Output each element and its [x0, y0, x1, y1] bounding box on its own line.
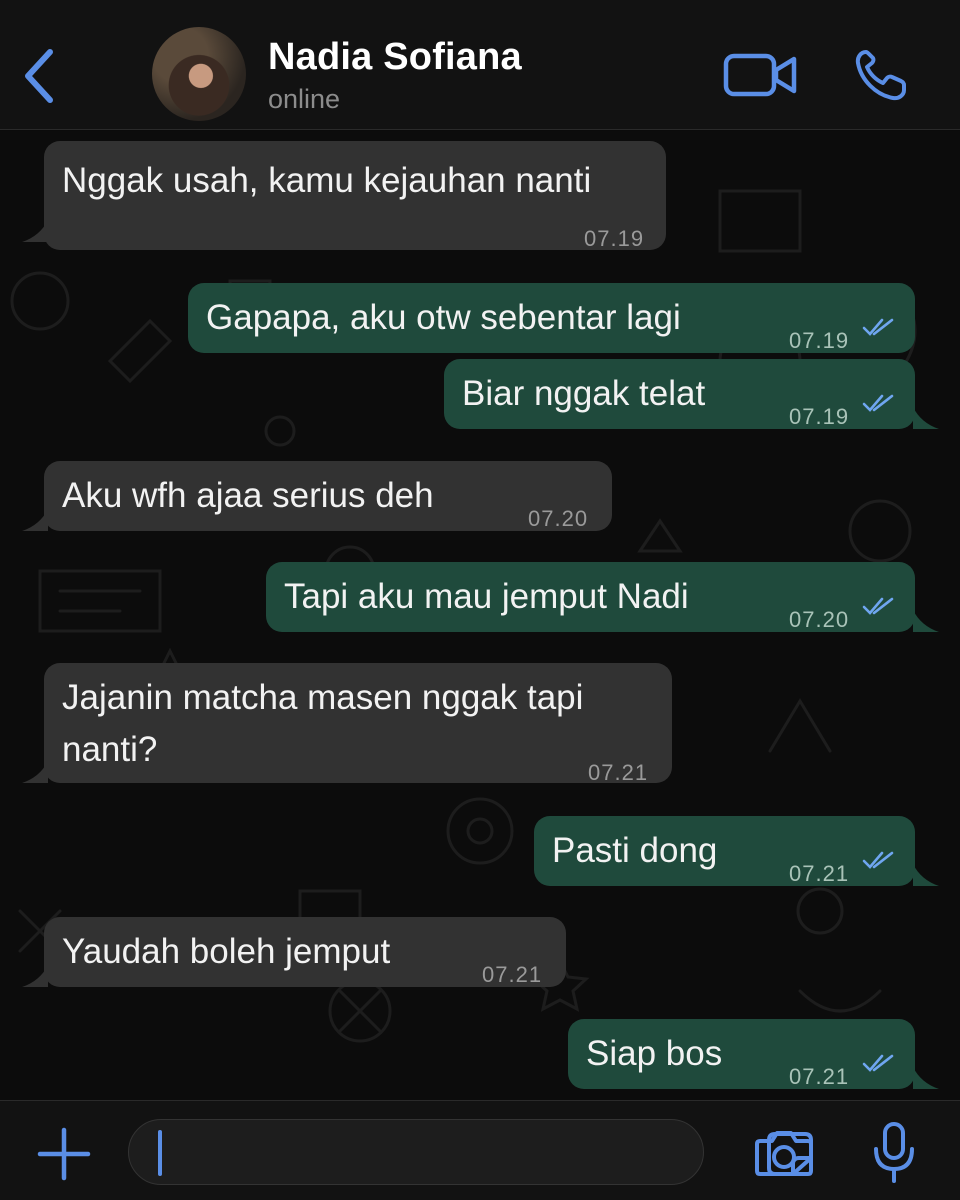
message-bubble-incoming[interactable]: Aku wfh ajaa serius deh 07.20 — [44, 461, 612, 531]
message-text: Jajanin matcha masen nggak tapi nanti? — [62, 678, 584, 769]
message-time: 07.20 — [789, 607, 850, 632]
message-text: Pasti dong — [552, 831, 718, 870]
bubble-tail — [22, 965, 48, 987]
plus-icon[interactable] — [36, 1126, 92, 1182]
message-time: 07.19 — [584, 226, 645, 251]
bubble-tail — [913, 1067, 939, 1089]
message-bubble-outgoing[interactable]: Biar nggak telat 07.19 — [444, 359, 915, 429]
video-camera-icon[interactable] — [722, 50, 800, 100]
avatar[interactable] — [152, 27, 246, 121]
message-time: 07.21 — [789, 861, 850, 886]
read-receipt-icon — [862, 1054, 894, 1072]
read-receipt-icon — [862, 394, 894, 412]
message-bubble-outgoing[interactable]: Tapi aku mau jemput Nadi 07.20 — [266, 562, 915, 632]
bubble-tail — [913, 610, 939, 632]
bubble-tail — [22, 761, 48, 783]
chat-area[interactable]: Nggak usah, kamu kejauhan nanti 07.19 Ga… — [0, 131, 960, 1100]
bubble-tail — [22, 220, 48, 242]
message-bubble-incoming[interactable]: Jajanin matcha masen nggak tapi nanti? 0… — [44, 663, 672, 785]
message-text: Gapapa, aku otw sebentar lagi — [206, 298, 681, 337]
message-bubble-incoming[interactable]: Yaudah boleh jemput 07.21 — [44, 917, 566, 987]
microphone-icon[interactable] — [870, 1121, 918, 1185]
message-bubble-outgoing[interactable]: Pasti dong 07.21 — [534, 816, 915, 886]
chat-header: Nadia Sofiana online — [0, 0, 960, 130]
read-receipt-icon — [862, 851, 894, 869]
message-time: 07.19 — [789, 404, 850, 429]
bubble-tail — [913, 864, 939, 886]
chevron-left-icon[interactable] — [18, 46, 62, 106]
message-time: 07.20 — [528, 506, 589, 531]
contact-status: online — [268, 84, 341, 114]
bubble-tail — [913, 407, 939, 429]
message-text: Biar nggak telat — [462, 374, 706, 413]
message-time: 07.21 — [588, 760, 649, 785]
message-time: 07.21 — [482, 962, 543, 987]
message-text: Siap bos — [586, 1034, 723, 1073]
message-text: Tapi aku mau jemput Nadi — [284, 577, 689, 616]
read-receipt-icon — [862, 597, 894, 615]
contact-name[interactable]: Nadia Sofiana — [268, 36, 522, 79]
phone-icon[interactable] — [852, 48, 912, 104]
bubble-tail — [22, 509, 48, 531]
message-text: Yaudah boleh jemput — [62, 932, 391, 971]
message-bubble-incoming[interactable]: Nggak usah, kamu kejauhan nanti 07.19 — [44, 141, 666, 251]
message-text: Nggak usah, kamu kejauhan nanti — [62, 161, 592, 200]
message-input-bar — [0, 1100, 960, 1200]
message-input[interactable] — [128, 1119, 813, 1185]
message-bubble-outgoing[interactable]: Gapapa, aku otw sebentar lagi 07.19 — [188, 283, 915, 353]
read-receipt-icon — [862, 318, 894, 336]
message-bubble-outgoing[interactable]: Siap bos 07.21 — [568, 1019, 915, 1089]
text-cursor — [158, 1130, 162, 1176]
message-text: Aku wfh ajaa serius deh — [62, 476, 434, 515]
message-time: 07.21 — [789, 1064, 850, 1089]
camera-icon[interactable] — [754, 1127, 814, 1179]
